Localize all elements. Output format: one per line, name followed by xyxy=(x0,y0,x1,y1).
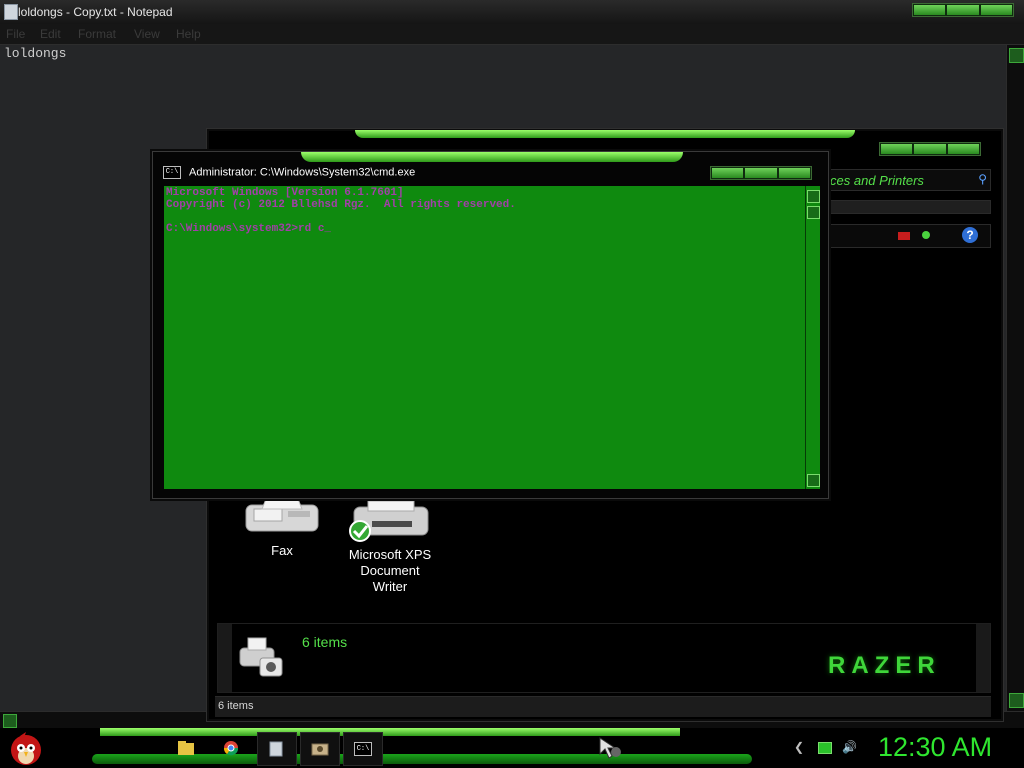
notepad-menu-bar: File Edit Format View Help xyxy=(0,24,1024,45)
scroll-up-button[interactable] xyxy=(1009,48,1024,63)
details-item-count: 6 items xyxy=(302,634,348,650)
notepad-text: loldongs xyxy=(4,46,67,61)
device-fax[interactable]: Fax xyxy=(227,498,337,559)
notepad-title: loldongs - Copy.txt - Notepad xyxy=(18,5,173,19)
details-left-edge xyxy=(218,624,232,692)
taskbar-cmd[interactable]: C:\ xyxy=(343,732,383,766)
cmd-window: C:\ Administrator: C:\Windows\System32\cm… xyxy=(152,151,829,499)
devices-window-controls[interactable] xyxy=(879,142,981,156)
notepad-window-controls[interactable] xyxy=(912,3,1014,17)
scroll-down-button[interactable] xyxy=(1009,693,1024,708)
cmd-icon: C:\ xyxy=(354,742,372,756)
angry-bird-start-icon[interactable] xyxy=(6,730,46,766)
system-tray: ❮ 🔊 xyxy=(780,730,870,766)
taskbar-chrome[interactable] xyxy=(212,732,250,764)
notepad-icon xyxy=(269,741,283,757)
network-icon[interactable] xyxy=(818,742,832,754)
menu-view[interactable]: View xyxy=(134,27,160,41)
chrome-icon xyxy=(223,741,239,756)
device-label-xps: Microsoft XPS Document Writer xyxy=(348,547,432,594)
taskbar-media[interactable] xyxy=(300,732,340,766)
printer-camera-icon xyxy=(239,637,283,677)
menu-format[interactable]: Format xyxy=(78,27,116,41)
cmd-title-bar: C:\ Administrator: C:\Windows\System32\cm… xyxy=(163,166,415,179)
cmd-icon: C:\ xyxy=(163,166,181,179)
view-options-icon[interactable] xyxy=(898,232,910,240)
notepad-icon xyxy=(4,4,18,20)
cmd-scroll-up[interactable] xyxy=(807,190,820,203)
explorer-icon xyxy=(178,741,194,755)
search-icon[interactable]: ⚲ xyxy=(978,172,987,186)
taskbar-notepad[interactable] xyxy=(257,732,297,766)
razer-logo: RAZER xyxy=(828,652,941,679)
status-text: 6 items xyxy=(218,700,254,712)
help-icon[interactable]: ? xyxy=(962,227,978,243)
show-hidden-icons-icon[interactable]: ❮ xyxy=(794,740,804,754)
details-right-edge xyxy=(976,624,990,692)
preview-pane-icon[interactable] xyxy=(922,231,930,239)
menu-strip xyxy=(829,200,991,214)
media-icon xyxy=(311,743,329,756)
menu-file[interactable]: File xyxy=(6,27,25,41)
notepad-title-bar: loldongs - Copy.txt - Notepad xyxy=(0,0,1024,24)
details-pane: 6 items RAZER xyxy=(217,623,991,693)
cursor-loading-icon xyxy=(599,737,621,759)
scroll-left-button[interactable] xyxy=(3,714,17,728)
printer-default-icon xyxy=(349,500,429,542)
menu-help[interactable]: Help xyxy=(176,27,201,41)
taskbar: C:\ ❮ 🔊 12:30 AM xyxy=(0,728,1024,768)
fax-icon xyxy=(245,498,319,532)
taskbar-clock[interactable]: 12:30 AM xyxy=(878,732,992,763)
cmd-scroll-down[interactable] xyxy=(807,474,820,487)
menu-edit[interactable]: Edit xyxy=(40,27,61,41)
search-box[interactable]: ces and Printers ⚲ xyxy=(829,169,991,191)
console-line: C:\Windows\system32>rd c_ xyxy=(166,223,332,235)
cmd-scrollbar[interactable] xyxy=(805,186,820,489)
cmd-scroll-thumb[interactable] xyxy=(807,206,820,219)
device-xps-writer[interactable]: Microsoft XPS Document Writer xyxy=(335,499,445,595)
console-line: Copyright (c) 2012 Bllehsd Rgz. All righ… xyxy=(166,199,516,211)
taskbar-explorer[interactable] xyxy=(167,732,205,764)
volume-icon[interactable]: 🔊 xyxy=(842,740,857,754)
device-label-fax: Fax xyxy=(271,543,293,558)
window-top-glow xyxy=(355,130,855,138)
status-bar: 6 items xyxy=(215,696,991,717)
search-text: ces and Printers xyxy=(830,173,924,188)
cmd-top-glow xyxy=(301,152,683,162)
command-bar: ? xyxy=(829,224,991,248)
cmd-window-controls[interactable] xyxy=(710,166,812,180)
cmd-console[interactable]: Microsoft Windows [Version 6.1.7601] Cop… xyxy=(164,186,805,489)
console-line: Microsoft Windows [Version 6.1.7601] xyxy=(166,187,404,199)
cmd-title: Administrator: C:\Windows\System32\cmd.e… xyxy=(189,166,416,179)
notepad-vertical-scrollbar[interactable] xyxy=(1006,45,1024,711)
